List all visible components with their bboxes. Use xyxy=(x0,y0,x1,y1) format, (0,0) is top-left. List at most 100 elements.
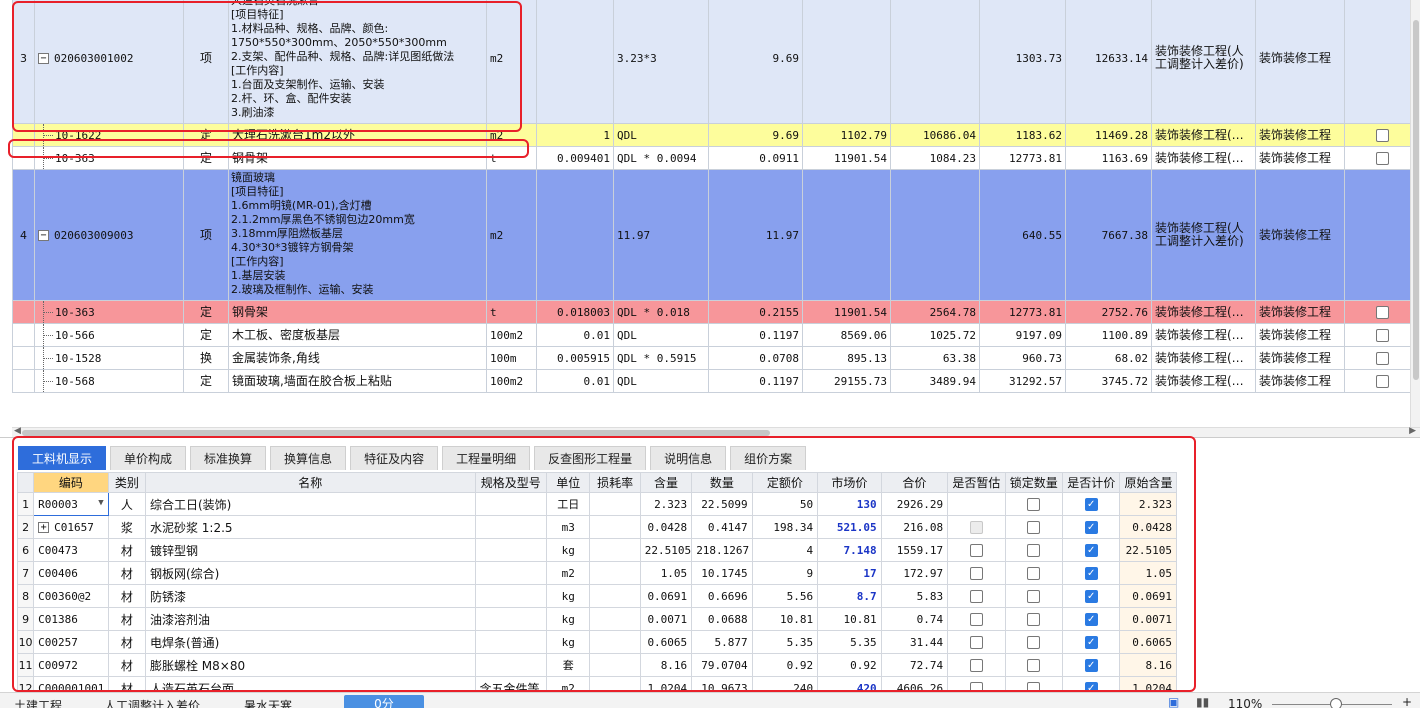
estimate-checkbox[interactable] xyxy=(969,544,983,557)
column-header[interactable]: 损耗率 xyxy=(589,472,641,493)
unit-price-cell[interactable]: 8569.06 xyxy=(802,323,891,347)
quota-price-cell[interactable]: 50 xyxy=(751,492,819,516)
unit-cell[interactable]: m2 xyxy=(486,169,537,301)
market-price-cell[interactable]: 5.35 xyxy=(817,630,882,654)
tab-1[interactable]: 单价构成 xyxy=(110,446,187,470)
spec-cell[interactable] xyxy=(474,630,548,654)
column-header[interactable]: 名称 xyxy=(144,472,476,493)
priced-cell[interactable]: ✓ xyxy=(1062,515,1121,539)
bill-item-row[interactable]: 3−020603001002 项人造石英石洗漱台 [项目特征] 1.材料品种、规格、品… xyxy=(12,0,1420,124)
estimate-checkbox[interactable] xyxy=(969,590,983,603)
unit-cell[interactable]: t xyxy=(486,300,537,324)
column-header[interactable]: 含量 xyxy=(639,472,693,493)
name-cell[interactable]: 镜面玻璃,墙面在胶合板上粘贴 xyxy=(228,369,487,393)
unit-cell[interactable]: 套 xyxy=(546,653,591,677)
unit-price-cell[interactable]: 895.13 xyxy=(802,346,891,370)
priced-cell[interactable]: ✓ xyxy=(1062,607,1121,631)
expression-cell[interactable]: 11.97 xyxy=(613,169,709,301)
tab-6[interactable]: 反查图形工程量 xyxy=(534,446,647,470)
unit-cell[interactable]: m2 xyxy=(486,123,537,147)
coefficient-cell[interactable]: 0.01 xyxy=(536,323,614,347)
collapse-icon[interactable]: − xyxy=(38,230,49,241)
name-cell[interactable]: 大理石洗漱台1m2以外 xyxy=(228,123,487,147)
select-cell[interactable] xyxy=(1344,300,1420,324)
type-cell[interactable]: 定 xyxy=(183,369,229,393)
estimate-cell[interactable] xyxy=(947,538,1006,562)
spec-cell[interactable] xyxy=(474,492,548,516)
resource-name-cell[interactable]: 钢板网(综合) xyxy=(144,561,476,585)
amount-cell[interactable]: 1084.23 xyxy=(890,146,980,170)
project-cell[interactable]: 装饰装修工程(… xyxy=(1151,323,1256,347)
quota-price-cell[interactable]: 10.81 xyxy=(751,607,819,631)
unit-price-cell[interactable] xyxy=(802,0,891,124)
amount-cell[interactable]: 2564.78 xyxy=(890,300,980,324)
category-cell[interactable]: 材 xyxy=(107,584,146,608)
row-checkbox[interactable] xyxy=(1376,128,1389,142)
quantity-cell[interactable]: 0.0911 xyxy=(708,146,803,170)
unit-cell[interactable]: 100m2 xyxy=(486,369,537,393)
original-content-cell[interactable]: 0.0691 xyxy=(1119,584,1177,608)
original-content-cell[interactable]: 22.5105 xyxy=(1119,538,1177,562)
resource-row[interactable]: 7 C00406 材钢板网(综合) m2 1.05 10.1745 9 17 172.97 ✓ 1.… xyxy=(16,561,1177,585)
content-cell[interactable]: 2.323 xyxy=(639,492,693,516)
spec-cell[interactable] xyxy=(474,584,548,608)
priced-cell[interactable]: ✓ xyxy=(1062,584,1121,608)
lock-checkbox[interactable] xyxy=(1027,613,1041,626)
quantity-cell[interactable]: 22.5099 xyxy=(691,492,753,516)
resource-code-cell[interactable]: + C01657 xyxy=(33,515,109,539)
quantity-cell[interactable]: 10.1745 xyxy=(691,561,753,585)
resource-name-cell[interactable]: 防锈漆 xyxy=(144,584,476,608)
unit-cell[interactable]: t xyxy=(486,146,537,170)
lock-quantity-cell[interactable] xyxy=(1004,561,1064,585)
select-cell[interactable] xyxy=(1344,123,1420,147)
project-category-cell[interactable]: 装饰装修工程 xyxy=(1255,346,1345,370)
coefficient-cell[interactable]: 0.005915 xyxy=(536,346,614,370)
type-cell[interactable]: 项 xyxy=(183,169,229,301)
quota-row[interactable]: 10-1622 定大理石洗漱台1m2以外 m2 1 QDL 9.69 1102.79 1068… xyxy=(12,123,1420,147)
lock-quantity-cell[interactable] xyxy=(1004,584,1064,608)
select-cell[interactable] xyxy=(1344,346,1420,370)
category-cell[interactable]: 材 xyxy=(107,630,146,654)
priced-checkbox-checked[interactable]: ✓ xyxy=(1084,521,1098,534)
total-price-cell[interactable]: 172.97 xyxy=(880,561,949,585)
priced-checkbox-checked[interactable]: ✓ xyxy=(1084,498,1098,511)
unit-price-cell[interactable]: 1102.79 xyxy=(802,123,891,147)
status-tab-season[interactable]: 暑水天寒 xyxy=(244,697,292,708)
expression-cell[interactable]: QDL xyxy=(613,123,709,147)
expression-cell[interactable]: 3.23*3 xyxy=(613,0,709,124)
column-header[interactable]: 锁定数量 xyxy=(1004,472,1064,493)
resource-row[interactable]: 8 C00360@2 材防锈漆 kg 0.0691 0.6696 5.56 8.7 5.83 ✓ 0… xyxy=(16,584,1177,608)
column-header[interactable]: 是否暂估 xyxy=(947,472,1006,493)
select-cell[interactable] xyxy=(1344,146,1420,170)
composite-amount-cell[interactable]: 1163.69 xyxy=(1065,146,1152,170)
loss-rate-cell[interactable] xyxy=(589,607,641,631)
unit-cell[interactable]: 工日 xyxy=(546,492,591,516)
type-cell[interactable]: 定 xyxy=(183,323,229,347)
category-cell[interactable]: 人 xyxy=(107,492,146,516)
project-category-cell[interactable]: 装饰装修工程 xyxy=(1255,146,1345,170)
quantity-cell[interactable]: 79.0704 xyxy=(691,653,753,677)
resource-code-cell[interactable]: C00972 xyxy=(33,653,109,677)
collapse-icon[interactable]: − xyxy=(38,53,49,64)
expression-cell[interactable]: QDL xyxy=(613,323,709,347)
resource-code-cell[interactable]: R00003 ▼ xyxy=(33,492,109,516)
composite-price-cell[interactable]: 31292.57 xyxy=(979,369,1066,393)
coefficient-cell[interactable]: 0.009401 xyxy=(536,146,614,170)
quantity-cell[interactable]: 9.69 xyxy=(708,123,803,147)
amount-cell[interactable]: 1025.72 xyxy=(890,323,980,347)
resource-name-cell[interactable]: 综合工日(装饰) xyxy=(144,492,476,516)
quantity-cell[interactable]: 0.4147 xyxy=(691,515,753,539)
loss-rate-cell[interactable] xyxy=(589,630,641,654)
unit-cell[interactable]: m3 xyxy=(546,515,591,539)
quantity-cell[interactable]: 0.1197 xyxy=(708,323,803,347)
estimate-cell[interactable] xyxy=(947,492,1006,516)
quantity-cell[interactable]: 0.0688 xyxy=(691,607,753,631)
coefficient-cell[interactable] xyxy=(536,169,614,301)
lock-checkbox[interactable] xyxy=(1027,636,1041,649)
priced-cell[interactable]: ✓ xyxy=(1062,538,1121,562)
content-cell[interactable]: 0.6065 xyxy=(639,630,693,654)
market-price-cell[interactable]: 7.148 xyxy=(817,538,882,562)
code-cell[interactable]: −020603001002 xyxy=(34,0,184,124)
column-header[interactable]: 合价 xyxy=(880,472,949,493)
project-cell[interactable]: 装饰装修工程(… xyxy=(1151,123,1256,147)
